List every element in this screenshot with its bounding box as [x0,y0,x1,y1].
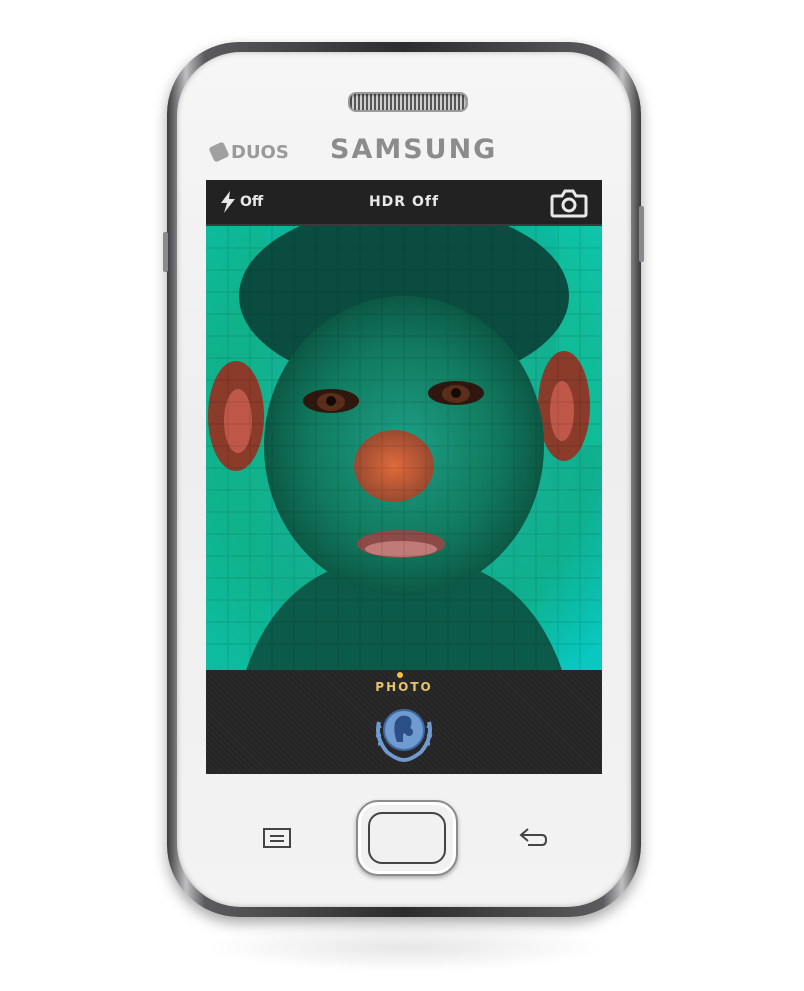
mode-photo-tab[interactable]: PHOTO [354,678,454,696]
duos-label: DUOS [231,141,289,163]
home-key-inner [368,812,446,864]
camera-top-bar: Off HDR Off [206,180,602,226]
phone-reflection [205,922,605,972]
shutter-button[interactable] [369,702,439,764]
back-key[interactable] [518,826,550,850]
menu-key[interactable] [262,826,292,850]
un-emblem-icon [375,709,433,762]
power-button[interactable] [639,206,644,262]
camera-bottom-bar: PHOTO [206,670,602,774]
flash-toggle[interactable]: Off [220,190,263,214]
menu-icon [263,828,291,848]
viewfinder-preview-image [206,206,602,670]
switch-camera-button[interactable] [550,188,588,218]
home-key[interactable] [356,800,458,876]
lightning-bolt-icon [221,191,235,213]
screen: Off HDR Off PHOTO [206,180,602,774]
brand-logo: SAMSUNG [330,134,498,165]
volume-button[interactable] [163,232,168,272]
duos-badge: DUOS [208,140,289,164]
back-arrow-icon [519,828,548,846]
camera-viewfinder[interactable] [206,206,602,670]
sim-tag-icon [208,141,230,163]
camera-icon [550,189,588,218]
earpiece-speaker [348,92,468,112]
flash-label: Off [240,194,264,210]
hdr-toggle[interactable]: HDR Off [346,190,462,214]
